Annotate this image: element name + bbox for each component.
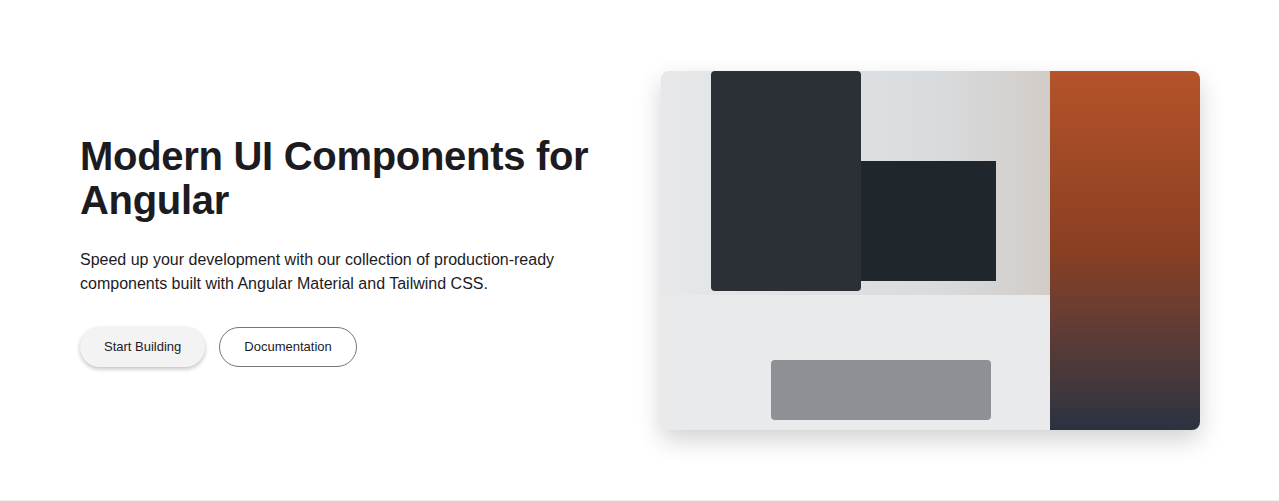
start-building-button[interactable]: Start Building: [80, 327, 205, 367]
hero-actions: Start Building Documentation: [80, 327, 640, 367]
hero-description: Speed up your development with our colle…: [80, 248, 580, 296]
hero-section: Modern UI Components for Angular Speed up…: [0, 0, 1279, 501]
hero-title: Modern UI Components for Angular: [80, 134, 640, 222]
documentation-button[interactable]: Documentation: [219, 327, 356, 367]
hero-content: Modern UI Components for Angular Speed up…: [80, 134, 640, 367]
hero-photo: [661, 71, 1200, 430]
